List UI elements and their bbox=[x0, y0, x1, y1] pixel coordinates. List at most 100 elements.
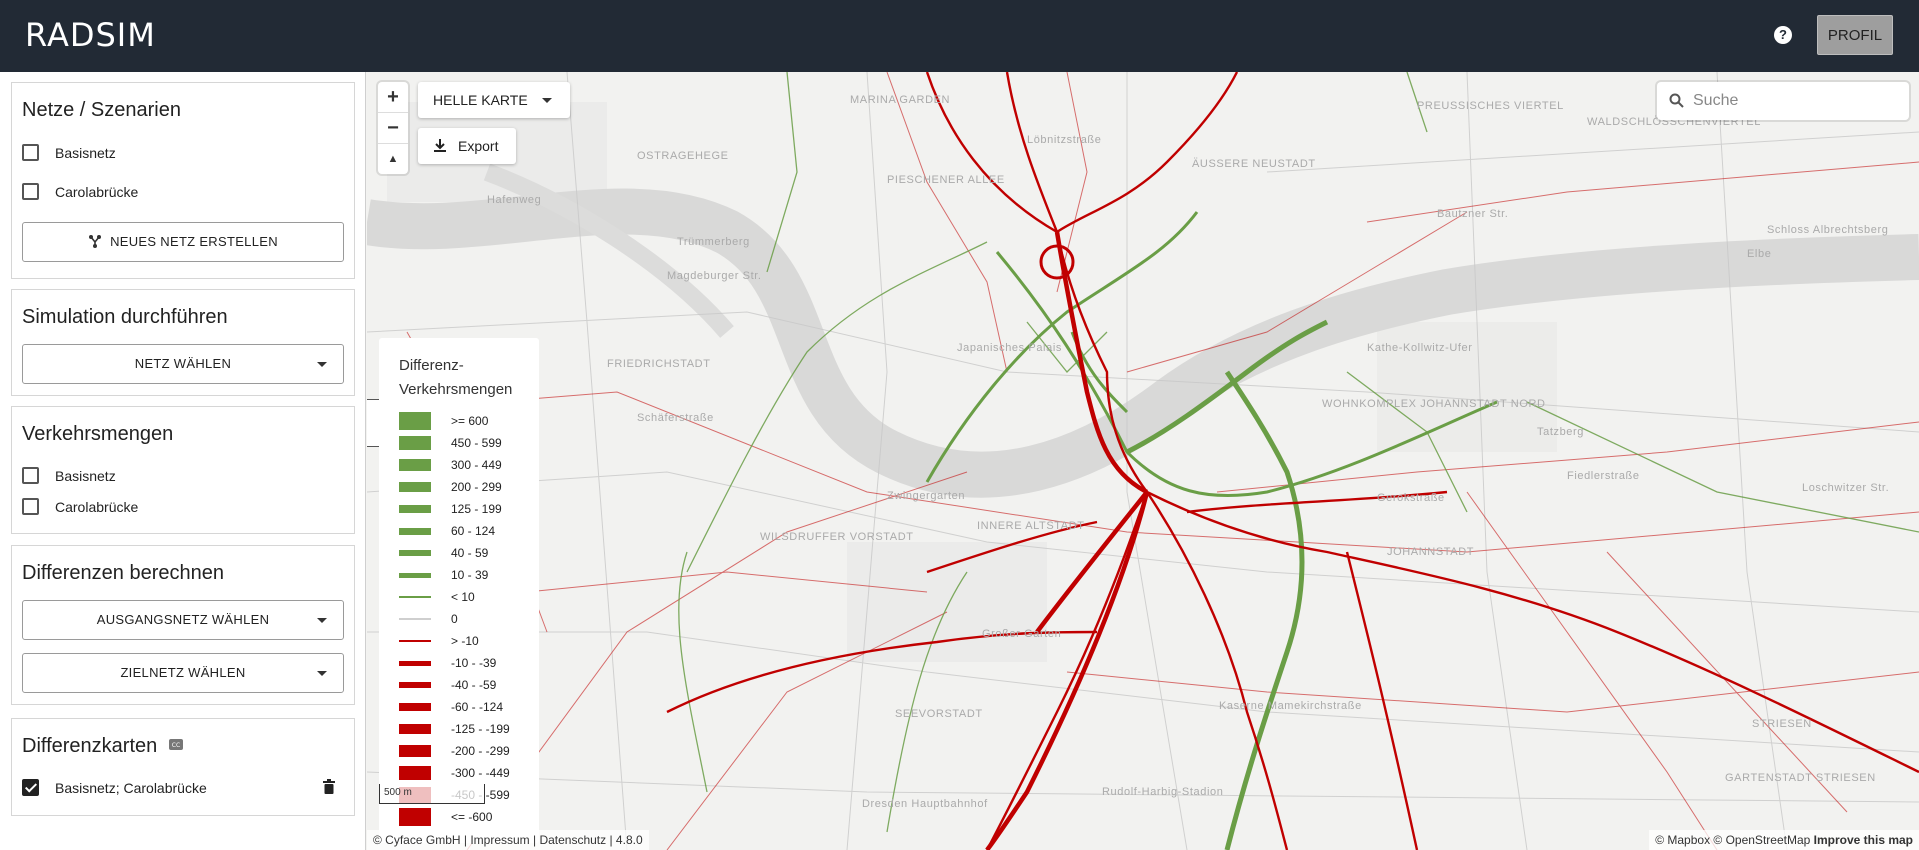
select-network-dropdown[interactable]: NETZ WÄHLEN bbox=[22, 344, 344, 384]
map-label-schaeferstrasse: Schäferstraße bbox=[637, 412, 714, 424]
map-label-loebnitzstrasse: Löbnitzstraße bbox=[1027, 134, 1102, 146]
legend-swatch bbox=[399, 766, 431, 780]
map-label-preussisches-viertel: PREUSSISCHES VIERTEL bbox=[1417, 100, 1564, 112]
create-network-button[interactable]: NEUES NETZ ERSTELLEN bbox=[22, 222, 344, 262]
target-network-dropdown[interactable]: ZIELNETZ WÄHLEN bbox=[22, 653, 344, 693]
map-label-seevorstadt: SEEVORSTADT bbox=[895, 708, 983, 720]
network-fork-icon bbox=[89, 235, 102, 248]
legend-label: 0 bbox=[451, 612, 458, 626]
diffmaps-panel: Differenzkarten CC Basisnetz; Carolabrüc… bbox=[11, 718, 355, 816]
traffic-label-carolabruecke: Carolabrücke bbox=[55, 499, 139, 515]
legend-label: -125 - -199 bbox=[451, 722, 510, 736]
scale-bar: 500 m bbox=[379, 784, 485, 804]
map-label-loschwitzer-str: Loschwitzer Str. bbox=[1802, 482, 1890, 494]
search-input[interactable]: Suche bbox=[1657, 82, 1909, 120]
chevron-down-icon bbox=[317, 671, 327, 676]
map-style-dropdown[interactable]: HELLE KARTE bbox=[418, 82, 570, 118]
help-circle-icon[interactable]: ? bbox=[1774, 26, 1792, 44]
diffmap-label: Basisnetz; Carolabrücke bbox=[55, 780, 207, 796]
zoom-controls: + − ▲ bbox=[378, 82, 408, 174]
map-label-hafenweg: Hafenweg bbox=[487, 194, 542, 206]
map-label-striesen: STRIESEN bbox=[1752, 718, 1812, 730]
differences-panel: Differenzen berechnen AUSGANGSNETZ WÄHLE… bbox=[11, 545, 355, 705]
map-label-marina-garden: MARINA GARDEN bbox=[850, 94, 951, 106]
attribution-right[interactable]: © Mapbox © OpenStreetMap Improve this ma… bbox=[1649, 830, 1919, 850]
legend-swatch bbox=[399, 436, 431, 450]
legend-swatch bbox=[399, 660, 431, 666]
compass-icon[interactable]: ▲ bbox=[378, 143, 408, 174]
select-network-label: NETZ WÄHLEN bbox=[134, 356, 232, 371]
map-label-tatzberg: Tatzberg bbox=[1537, 426, 1584, 438]
export-button[interactable]: Export bbox=[418, 128, 516, 164]
map-label-stadion: Rudolf-Harbig-Stadion bbox=[1102, 786, 1224, 798]
source-network-dropdown[interactable]: AUSGANGSNETZ WÄHLEN bbox=[22, 600, 344, 640]
map-label-kaethe-kollwitz-ufer: Kathe-Kollwitz-Ufer bbox=[1367, 342, 1473, 354]
legend-swatch bbox=[399, 572, 431, 578]
sidebar: Netze / Szenarien Basisnetz Carolabrücke… bbox=[0, 72, 366, 850]
legend-label: -60 - -124 bbox=[451, 700, 504, 714]
legend-swatch bbox=[399, 640, 431, 642]
legend-swatch bbox=[399, 703, 431, 711]
traffic-checkbox-basisnetz[interactable] bbox=[22, 467, 39, 484]
profile-button[interactable]: PROFIL bbox=[1817, 15, 1893, 55]
simulation-title: Simulation durchführen bbox=[22, 306, 228, 328]
legend-label: 40 - 59 bbox=[451, 546, 489, 560]
simulation-panel: Simulation durchführen NETZ WÄHLEN bbox=[11, 289, 355, 396]
legend-label: 125 - 199 bbox=[451, 502, 502, 516]
trash-icon[interactable] bbox=[323, 779, 335, 794]
export-label: Export bbox=[458, 138, 499, 154]
map-canvas[interactable]: MARINA GARDEN OSTRAGEHEGE PIESCHENER ALL… bbox=[367, 72, 1919, 850]
svg-text:CC: CC bbox=[172, 742, 180, 749]
networks-title: Netze / Szenarien bbox=[22, 99, 181, 121]
diffmap-checkbox[interactable] bbox=[22, 779, 39, 796]
network-label-basisnetz: Basisnetz bbox=[55, 145, 116, 161]
legend-swatch bbox=[399, 745, 431, 757]
networks-panel: Netze / Szenarien Basisnetz Carolabrücke… bbox=[11, 82, 355, 279]
network-checkbox-carolabruecke[interactable] bbox=[22, 183, 39, 200]
map-label-johannstadt: JOHANNSTADT bbox=[1387, 546, 1475, 558]
map-label-innere-altstadt: INNERE ALTSTADT bbox=[977, 520, 1085, 532]
legend-label: > -10 bbox=[451, 634, 479, 648]
top-bar: RADSIM ? PROFIL bbox=[0, 0, 1919, 72]
legend-swatch bbox=[399, 482, 431, 492]
map-label-fiedlerstrasse: Fiedlerstraße bbox=[1567, 470, 1640, 482]
app-logo[interactable]: RADSIM bbox=[25, 16, 156, 54]
legend-swatch bbox=[399, 412, 431, 430]
map-style-label: HELLE KARTE bbox=[433, 92, 528, 108]
zoom-out-button[interactable]: − bbox=[378, 112, 408, 143]
legend: Differenz-Verkehrsmengen >= 600 450 - 599… bbox=[379, 338, 539, 843]
map-label-hauptbahnhof: Dresden Hauptbahnhof bbox=[862, 798, 988, 810]
legend-label: -300 - -449 bbox=[451, 766, 510, 780]
map-label-aeussere-neustadt: ÄUSSERE NEUSTADT bbox=[1192, 158, 1316, 170]
legend-swatch bbox=[399, 596, 431, 598]
legend-swatch bbox=[399, 724, 431, 734]
legend-swatch bbox=[399, 808, 431, 826]
create-network-label: NEUES NETZ ERSTELLEN bbox=[110, 234, 278, 249]
map-label-elbe: Elbe bbox=[1747, 248, 1772, 260]
cc-icon: CC bbox=[168, 739, 183, 750]
source-network-label: AUSGANGSNETZ WÄHLEN bbox=[96, 612, 270, 627]
differences-title: Differenzen berechnen bbox=[22, 562, 224, 584]
map-label-truemmerberg: Trümmerberg bbox=[677, 236, 750, 248]
legend-label: 200 - 299 bbox=[451, 480, 502, 494]
map-label-wohnkomplex: WOHNKOMPLEX JOHANNSTADT NORD bbox=[1322, 398, 1546, 410]
traffic-panel: Verkehrsmengen Basisnetz Carolabrücke bbox=[11, 406, 355, 534]
diffmaps-title: Differenzkarten CC bbox=[22, 735, 183, 758]
map-label-zwingergarten: Zwingergarten bbox=[887, 490, 966, 502]
improve-map-link[interactable]: Improve this map bbox=[1814, 833, 1913, 847]
zoom-in-button[interactable]: + bbox=[378, 82, 408, 112]
network-checkbox-basisnetz[interactable] bbox=[22, 144, 39, 161]
legend-swatch bbox=[399, 459, 431, 471]
map-label-japanisches-palais: Japanisches Palais bbox=[957, 342, 1062, 354]
traffic-label-basisnetz: Basisnetz bbox=[55, 468, 116, 484]
map-svg bbox=[367, 72, 1919, 850]
attribution-left[interactable]: © Cyface GmbH | Impressum | Datenschutz … bbox=[367, 830, 649, 850]
legend-title: Differenz-Verkehrsmengen bbox=[399, 357, 513, 398]
map-label-bautzner-str: Bautzner Str. bbox=[1437, 208, 1509, 220]
traffic-checkbox-carolabruecke[interactable] bbox=[22, 498, 39, 515]
legend-label: >= 600 bbox=[451, 414, 489, 428]
legend-label: -10 - -39 bbox=[451, 656, 497, 670]
map-label-magdeburger-str: Magdeburger Str. bbox=[667, 270, 762, 282]
map-label-schloss-albrechtsberg: Schloss Albrechtsberg bbox=[1767, 224, 1889, 236]
map-label-wilsdruffer-vorstadt: WILSDRUFFER VORSTADT bbox=[760, 531, 914, 543]
